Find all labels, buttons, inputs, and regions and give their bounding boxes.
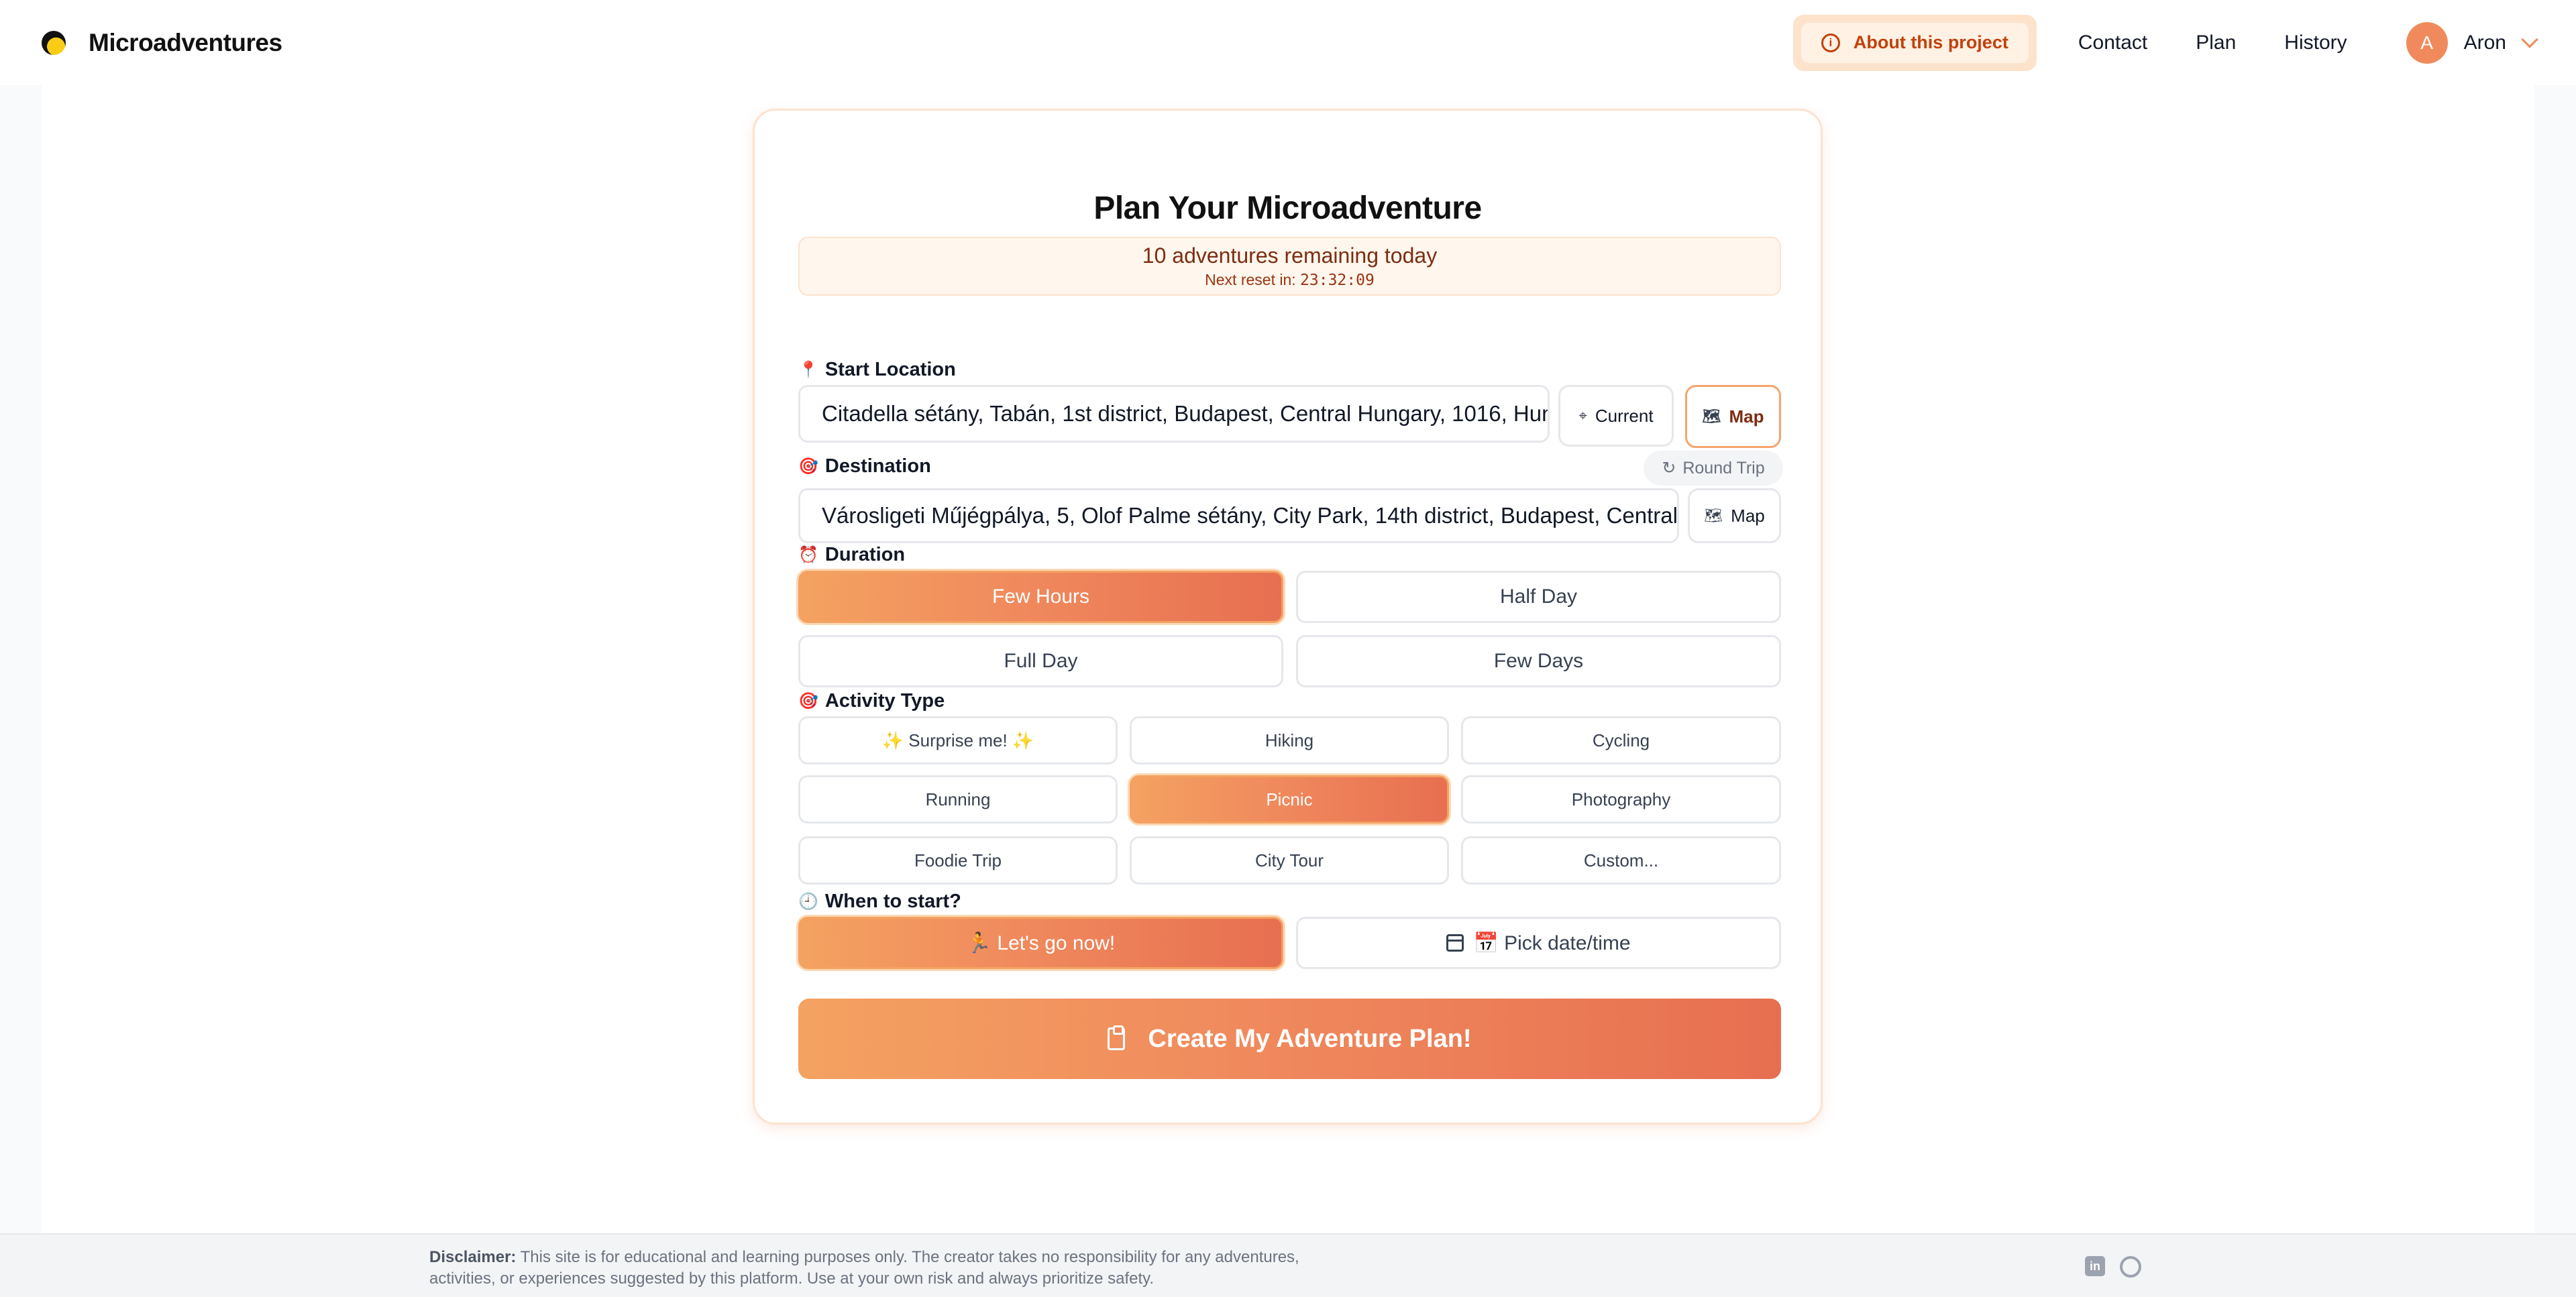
current-location-label: Current xyxy=(1595,405,1654,426)
about-project-button[interactable]: i About this project xyxy=(1792,14,2037,71)
disclaimer: Disclaimer: This site is for educational… xyxy=(429,1247,1368,1290)
activity-photography[interactable]: Photography xyxy=(1461,775,1781,824)
duration-label: ⏰ Duration xyxy=(798,544,905,566)
duration-few-hours[interactable]: Few Hours xyxy=(798,571,1283,623)
reset-time: 23:32:09 xyxy=(1300,272,1375,289)
destination-map-label: Map xyxy=(1731,505,1765,526)
pick-datetime-button[interactable]: 📅 Pick date/time xyxy=(1296,917,1781,969)
duration-few-days[interactable]: Few Days xyxy=(1296,635,1781,687)
duration-label-text: Duration xyxy=(824,544,906,565)
user-menu[interactable]: A Aron xyxy=(2406,21,2538,64)
plan-card: Plan Your Microadventure 10 adventures r… xyxy=(753,109,1823,1125)
location-icon: ⌖ xyxy=(1578,407,1587,424)
alarm-clock-icon: ⏰ xyxy=(798,546,818,564)
linkedin-icon[interactable]: in xyxy=(2085,1256,2105,1276)
map-icon: 🗺 xyxy=(1704,507,1723,524)
round-trip-toggle[interactable]: ↻ Round Trip xyxy=(1644,451,1783,486)
nav-history[interactable]: History xyxy=(2284,32,2347,54)
destination-label-text: Destination xyxy=(824,455,931,477)
destination-map-button[interactable]: 🗺 Map xyxy=(1688,488,1781,543)
chevron-down-icon xyxy=(2521,30,2538,48)
remaining-count: 10 adventures remaining today xyxy=(1142,243,1438,268)
user-name: Aron xyxy=(2463,31,2506,54)
clock-icon: 🕘 xyxy=(798,893,818,911)
reset-label: Next reset in: xyxy=(1205,271,1301,288)
about-project-label: About this project xyxy=(1853,32,2008,52)
map-icon: 🗺 xyxy=(1702,408,1721,425)
page-title: Plan Your Microadventure xyxy=(1093,190,1482,226)
round-trip-label: Round Trip xyxy=(1682,458,1765,477)
brand[interactable]: Microadventures xyxy=(42,0,282,85)
activity-type-label: 🎯 Activity Type xyxy=(798,690,945,712)
info-icon: i xyxy=(1821,33,1840,52)
pick-datetime-label: 📅 Pick date/time xyxy=(1473,932,1631,954)
destination-label: 🎯 Destination xyxy=(798,455,931,477)
duration-half-day[interactable]: Half Day xyxy=(1296,571,1781,623)
footer: Disclaimer: This site is for educational… xyxy=(0,1233,2576,1297)
nav-plan[interactable]: Plan xyxy=(2196,32,2236,54)
activity-running[interactable]: Running xyxy=(798,775,1118,824)
duration-full-day[interactable]: Full Day xyxy=(798,635,1283,687)
current-location-button[interactable]: ⌖ Current xyxy=(1558,385,1674,447)
destination-input[interactable]: Városligeti Műjégpálya, 5, Olof Palme sé… xyxy=(798,488,1679,543)
refresh-icon: ↻ xyxy=(1662,459,1676,477)
disclaimer-text: This site is for educational and learnin… xyxy=(429,1248,1299,1288)
dart-icon: 🎯 xyxy=(798,457,818,475)
activity-surprise[interactable]: ✨ Surprise me! ✨ xyxy=(798,716,1118,765)
clipboard-icon xyxy=(1108,1025,1126,1050)
dart-icon: 🎯 xyxy=(798,692,818,710)
start-map-button[interactable]: 🗺 Map xyxy=(1685,385,1781,448)
when-to-start-label-text: When to start? xyxy=(824,891,961,912)
create-plan-label: Create My Adventure Plan! xyxy=(1148,1024,1472,1053)
social-links: in xyxy=(2085,1256,2141,1278)
nav-contact[interactable]: Contact xyxy=(2078,32,2147,54)
nav-menu: i About this project Contact Plan Histor… xyxy=(1792,0,2538,85)
start-location-input[interactable]: Citadella sétány, Tabán, 1st district, B… xyxy=(798,385,1550,443)
start-location-label: 📍 Start Location xyxy=(798,359,956,381)
brand-name: Microadventures xyxy=(89,28,282,56)
activity-city-tour[interactable]: City Tour xyxy=(1130,836,1449,885)
about-project-inner: i About this project xyxy=(1801,22,2029,63)
activity-type-label-text: Activity Type xyxy=(824,690,945,712)
pin-icon: 📍 xyxy=(798,361,818,379)
remaining-banner: 10 adventures remaining today Next reset… xyxy=(798,237,1781,296)
disclaimer-title: Disclaimer: xyxy=(429,1248,517,1266)
start-location-label-text: Start Location xyxy=(824,359,956,380)
top-nav-bar: Microadventures i About this project Con… xyxy=(0,0,2576,85)
create-plan-button[interactable]: Create My Adventure Plan! xyxy=(798,999,1781,1079)
calendar-icon xyxy=(1446,934,1464,952)
activity-foodie-trip[interactable]: Foodie Trip xyxy=(798,836,1118,885)
go-now-button[interactable]: 🏃 Let's go now! xyxy=(798,917,1283,969)
github-icon[interactable] xyxy=(2120,1256,2141,1278)
logo-icon xyxy=(42,30,66,55)
when-to-start-label: 🕘 When to start? xyxy=(798,891,961,913)
activity-custom[interactable]: Custom... xyxy=(1461,836,1781,885)
reset-timer: Next reset in: 23:32:09 xyxy=(800,271,1780,289)
avatar: A xyxy=(2406,21,2448,64)
activity-picnic[interactable]: Picnic xyxy=(1130,775,1449,824)
start-map-label: Map xyxy=(1729,406,1764,427)
activity-hiking[interactable]: Hiking xyxy=(1130,716,1449,765)
activity-cycling[interactable]: Cycling xyxy=(1461,716,1781,765)
